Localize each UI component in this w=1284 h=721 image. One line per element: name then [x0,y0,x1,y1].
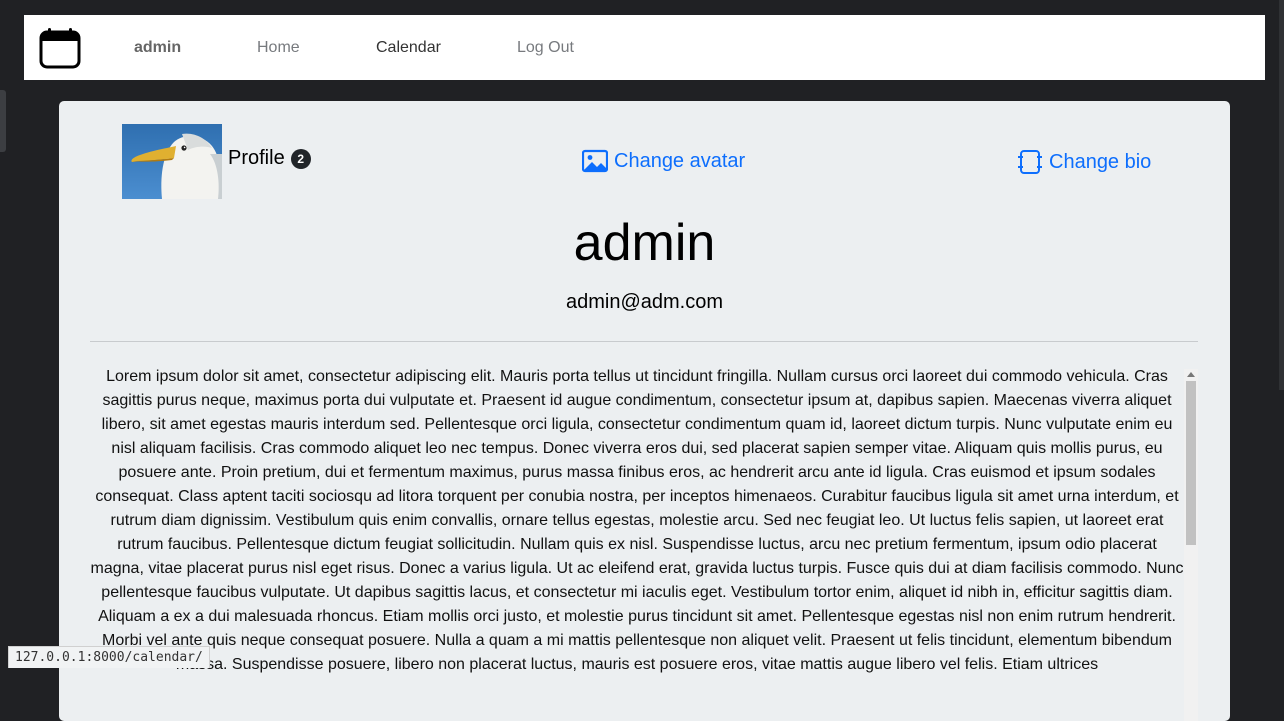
profile-heading: Profile 2 [228,147,311,170]
window-edge-right [1279,0,1284,390]
brand-logo-link[interactable] [39,27,81,69]
notification-badge: 2 [290,148,311,169]
nav-logout[interactable]: Log Out [517,15,574,80]
image-icon [582,149,608,173]
journal-icon [1018,150,1042,174]
avatar [122,124,222,199]
change-bio-label: Change bio [1049,150,1152,173]
nav-calendar[interactable]: Calendar [376,15,441,80]
bio-scrollbar[interactable] [1184,369,1198,721]
change-avatar-link[interactable]: Change avatar [582,149,745,173]
browser-status-bar: 127.0.0.1:8000/calendar/ [8,646,210,668]
change-avatar-label: Change avatar [614,149,746,172]
profile-username: admin [573,214,716,272]
nav-user[interactable]: admin [134,15,181,80]
divider [90,341,1198,342]
calendar-icon [39,27,81,68]
profile-label: Profile [228,147,285,169]
window-edge-left [0,90,6,152]
profile-card: Profile 2 Change avatar Change bio admin… [59,101,1230,721]
profile-email: admin@adm.com [565,291,724,313]
top-navbar: admin Home Calendar Log Out [24,15,1265,80]
avatar-image [122,124,222,199]
bio-text: Lorem ipsum dolor sit amet, consectetur … [90,368,1184,673]
scroll-up-arrow-icon[interactable] [1187,372,1195,377]
change-bio-link[interactable]: Change bio [1017,149,1151,175]
nav-home[interactable]: Home [257,15,300,80]
scrollbar-thumb[interactable] [1186,381,1196,545]
